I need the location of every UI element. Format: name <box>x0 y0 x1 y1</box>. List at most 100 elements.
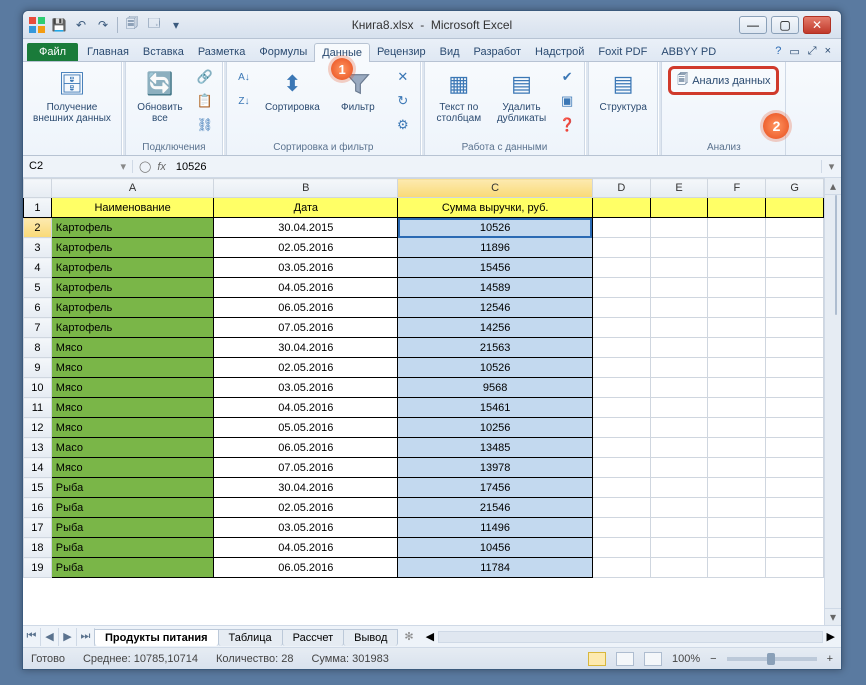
cell[interactable]: 30.04.2016 <box>214 338 398 358</box>
clear-filter-icon[interactable]: ✕ <box>392 66 414 88</box>
cell[interactable] <box>650 478 708 498</box>
cell[interactable] <box>708 498 766 518</box>
cell[interactable] <box>592 298 650 318</box>
advanced-icon[interactable]: ⚙ <box>392 114 414 136</box>
zoom-slider[interactable] <box>727 657 817 661</box>
cell[interactable] <box>708 238 766 258</box>
cell[interactable] <box>708 398 766 418</box>
cell[interactable]: Картофель <box>51 218 214 238</box>
cell[interactable] <box>708 258 766 278</box>
cell[interactable]: 13485 <box>398 438 593 458</box>
sheet-tab[interactable]: Вывод <box>343 629 398 646</box>
maximize-button[interactable]: ▢ <box>771 16 799 34</box>
row-header[interactable]: 18 <box>24 538 52 558</box>
cell[interactable] <box>650 218 708 238</box>
normal-view-icon[interactable] <box>588 652 606 666</box>
cell[interactable] <box>650 418 708 438</box>
tab-abbyy pd[interactable]: ABBYY PD <box>654 43 723 61</box>
row-header[interactable]: 17 <box>24 518 52 538</box>
cell[interactable] <box>708 458 766 478</box>
cell[interactable] <box>766 198 824 218</box>
tab-разметка[interactable]: Разметка <box>191 43 253 61</box>
zoom-knob[interactable] <box>767 653 775 665</box>
cell[interactable] <box>708 198 766 218</box>
cell[interactable]: 06.05.2016 <box>214 558 398 578</box>
refresh-all-button[interactable]: 🔄 Обновить все <box>132 66 188 126</box>
scroll-thumb[interactable] <box>835 195 837 315</box>
fx-icon[interactable]: fx <box>157 161 170 173</box>
cell[interactable] <box>708 558 766 578</box>
col-header-D[interactable]: D <box>592 179 650 198</box>
cell[interactable] <box>592 478 650 498</box>
cell[interactable]: 15461 <box>398 398 593 418</box>
help-icon[interactable]: ? <box>775 45 781 58</box>
undo-icon[interactable]: ↶ <box>73 17 89 33</box>
col-header-C[interactable]: C <box>398 179 593 198</box>
tab-вставка[interactable]: Вставка <box>136 43 191 61</box>
ribbon-restore-icon[interactable]: ⤢ <box>808 45 817 58</box>
tab-разработ[interactable]: Разработ <box>467 43 528 61</box>
cell[interactable] <box>592 398 650 418</box>
cell[interactable] <box>708 438 766 458</box>
cell[interactable] <box>766 238 824 258</box>
cell[interactable]: Картофель <box>51 258 214 278</box>
tab-надстрой[interactable]: Надстрой <box>528 43 591 61</box>
row-header[interactable]: 7 <box>24 318 52 338</box>
col-header-F[interactable]: F <box>708 179 766 198</box>
cell[interactable] <box>708 518 766 538</box>
cell[interactable] <box>766 418 824 438</box>
cell[interactable] <box>766 498 824 518</box>
cell[interactable]: 06.05.2016 <box>214 438 398 458</box>
row-header[interactable]: 11 <box>24 398 52 418</box>
cell[interactable] <box>650 538 708 558</box>
cell[interactable] <box>766 358 824 378</box>
cell[interactable]: 30.04.2016 <box>214 478 398 498</box>
cell[interactable] <box>708 298 766 318</box>
cell[interactable]: Масо <box>51 438 214 458</box>
cell[interactable] <box>650 318 708 338</box>
hscroll-left-icon[interactable]: ◀ <box>426 630 434 643</box>
zoom-in-icon[interactable]: + <box>827 653 833 665</box>
cell[interactable] <box>650 558 708 578</box>
cell[interactable] <box>650 298 708 318</box>
cell[interactable]: 04.05.2016 <box>214 538 398 558</box>
scroll-up-icon[interactable]: ▴ <box>825 178 841 195</box>
cell[interactable] <box>766 298 824 318</box>
cell[interactable]: 10256 <box>398 418 593 438</box>
cell[interactable] <box>592 258 650 278</box>
edit-links-icon[interactable]: ⛓ <box>194 114 216 136</box>
cell[interactable]: Картофель <box>51 318 214 338</box>
whatif-icon[interactable]: ❓ <box>556 114 578 136</box>
reapply-icon[interactable]: ↻ <box>392 90 414 112</box>
new-sheet-icon[interactable]: ✻ <box>398 628 419 645</box>
qat-icon-1[interactable]: 🗐 <box>124 17 140 33</box>
last-sheet-icon[interactable]: ⏭ <box>77 628 95 646</box>
cell[interactable]: Картофель <box>51 238 214 258</box>
cell[interactable]: 15456 <box>398 258 593 278</box>
cell[interactable]: 04.05.2016 <box>214 278 398 298</box>
page-layout-view-icon[interactable] <box>616 652 634 666</box>
save-icon[interactable]: 💾 <box>51 17 67 33</box>
expand-formula-icon[interactable]: ▾ <box>821 160 841 173</box>
cell[interactable] <box>766 398 824 418</box>
cell[interactable] <box>766 538 824 558</box>
cell[interactable]: 06.05.2016 <box>214 298 398 318</box>
ribbon-close-icon[interactable]: × <box>825 45 831 58</box>
cell[interactable] <box>708 338 766 358</box>
tab-формулы[interactable]: Формулы <box>252 43 314 61</box>
col-header-E[interactable]: E <box>650 179 708 198</box>
row-header[interactable]: 3 <box>24 238 52 258</box>
cell[interactable] <box>592 518 650 538</box>
row-header[interactable]: 12 <box>24 418 52 438</box>
cell[interactable] <box>650 338 708 358</box>
minimize-button[interactable]: — <box>739 16 767 34</box>
redo-icon[interactable]: ↷ <box>95 17 111 33</box>
row-header[interactable]: 8 <box>24 338 52 358</box>
cell[interactable] <box>766 478 824 498</box>
cell[interactable] <box>650 398 708 418</box>
row-header[interactable]: 19 <box>24 558 52 578</box>
validation-icon[interactable]: ✔ <box>556 66 578 88</box>
cell[interactable] <box>592 378 650 398</box>
cell[interactable]: 02.05.2016 <box>214 498 398 518</box>
tab-вид[interactable]: Вид <box>433 43 467 61</box>
